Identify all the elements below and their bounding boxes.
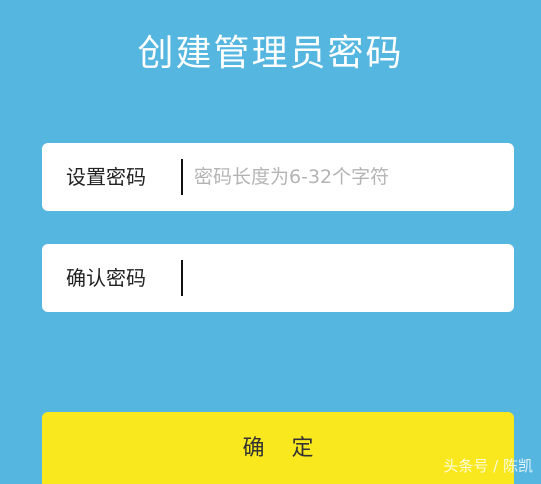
confirm-password-input[interactable]: [194, 244, 494, 312]
confirm-password-field[interactable]: 确认密码: [42, 244, 514, 312]
confirm-password-label: 确认密码: [66, 266, 146, 290]
page-title: 创建管理员密码: [137, 33, 404, 74]
text-cursor: [181, 159, 183, 195]
set-password-input[interactable]: [194, 143, 494, 211]
set-password-label: 设置密码: [66, 165, 146, 189]
set-password-field[interactable]: 设置密码: [42, 143, 514, 211]
watermark: 头条号 / 陈凯: [443, 457, 533, 475]
text-cursor: [181, 260, 183, 296]
